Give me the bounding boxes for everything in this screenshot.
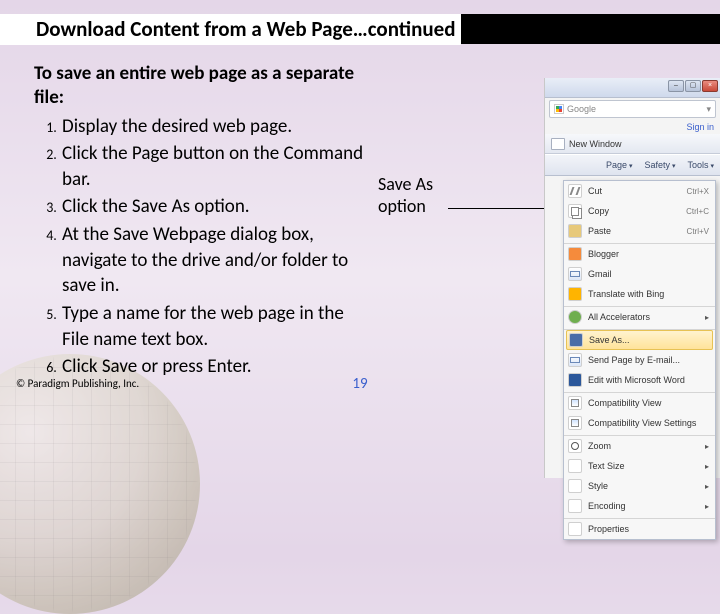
menu-item: Copy Ctrl+C — [564, 201, 715, 221]
page-button: Page — [606, 160, 633, 170]
submenu-arrow-icon — [701, 501, 709, 511]
menu-item-label: Blogger — [588, 249, 709, 259]
safety-button: Safety — [645, 160, 676, 170]
submenu-arrow-icon — [701, 461, 709, 471]
ie-new-window-row: New Window — [545, 134, 720, 154]
page-number: 19 — [352, 375, 367, 393]
menu-item: Style — [564, 476, 715, 496]
menu-item-label: Translate with Bing — [588, 289, 709, 299]
text-icon — [568, 522, 582, 536]
title-bar: Download Content from a Web Page…continu… — [0, 14, 720, 44]
menu-item: Compatibility View — [564, 393, 715, 413]
text-icon — [568, 459, 582, 473]
menu-item-label: Encoding — [588, 501, 695, 511]
menu-item-label: Properties — [588, 524, 709, 534]
menu-item: All Accelerators — [564, 307, 715, 327]
ie-screenshot: – ▢ × Google ▾ Sign in New Window Page S… — [544, 78, 720, 478]
compat-icon — [568, 396, 582, 410]
acc-icon — [568, 310, 582, 324]
callout-line2: option — [378, 196, 433, 218]
bing-icon — [568, 287, 582, 301]
new-window-label: New Window — [569, 139, 622, 149]
menu-item: Translate with Bing — [564, 284, 715, 304]
menu-item-label: Compatibility View Settings — [588, 418, 709, 428]
menu-shortcut: Ctrl+C — [686, 207, 709, 216]
menu-item: Edit with Microsoft Word — [564, 370, 715, 390]
menu-item: Paste Ctrl+V — [564, 221, 715, 241]
menu-item-label: Style — [588, 481, 695, 491]
orange-icon — [568, 247, 582, 261]
menu-item-label: Paste — [588, 226, 681, 236]
menu-item: Text Size — [564, 456, 715, 476]
menu-item: Properties — [564, 519, 715, 539]
zoom-icon — [568, 439, 582, 453]
mail-icon — [568, 267, 582, 281]
menu-item-label: All Accelerators — [588, 312, 695, 322]
enc-icon — [568, 499, 582, 513]
save-as-callout: Save As option — [378, 174, 433, 217]
step-item: Display the desired web page. — [60, 114, 374, 140]
menu-item-label: Save As... — [589, 335, 708, 345]
menu-item: Blogger — [564, 244, 715, 264]
submenu-arrow-icon — [701, 481, 709, 491]
paste-icon — [568, 224, 582, 238]
tools-button: Tools — [688, 160, 714, 170]
menu-item: Compatibility View Settings — [564, 413, 715, 433]
compat-icon — [568, 416, 582, 430]
ie-titlebar: – ▢ × — [545, 78, 720, 98]
ie-address-bar: Google ▾ — [549, 100, 716, 118]
mail-icon — [568, 353, 582, 367]
menu-shortcut: Ctrl+V — [687, 227, 709, 236]
callout-line1: Save As — [378, 174, 433, 196]
submenu-arrow-icon — [701, 441, 709, 451]
save-icon — [569, 333, 583, 347]
menu-item-label: Compatibility View — [588, 398, 709, 408]
step-item: Type a name for the web page in the File… — [60, 301, 374, 352]
steps-list: Display the desired web page. Click the … — [34, 114, 374, 380]
menu-shortcut: Ctrl+X — [687, 187, 709, 196]
word-icon — [568, 373, 582, 387]
menu-item: Gmail — [564, 264, 715, 284]
ie-command-bar: Page Safety Tools — [545, 154, 720, 176]
menu-item: Cut Ctrl+X — [564, 181, 715, 201]
menu-item-label: Zoom — [588, 441, 695, 451]
intro-text: To save an entire web page as a separate… — [34, 62, 374, 110]
submenu-arrow-icon — [701, 312, 709, 322]
style-icon — [568, 479, 582, 493]
maximize-icon: ▢ — [685, 80, 701, 92]
menu-item: Send Page by E-mail... — [564, 350, 715, 370]
menu-item-label: Send Page by E-mail... — [588, 355, 709, 365]
menu-item-label: Edit with Microsoft Word — [588, 375, 709, 385]
new-window-icon — [551, 138, 565, 150]
step-item: At the Save Webpage dialog box, navigate… — [60, 222, 374, 299]
close-icon: × — [702, 80, 718, 92]
menu-item-label: Gmail — [588, 269, 709, 279]
menu-item-label: Copy — [588, 206, 680, 216]
menu-item-save-as: Save As... — [566, 330, 713, 350]
page-title: Download Content from a Web Page…continu… — [0, 14, 461, 45]
menu-item: Zoom — [564, 436, 715, 456]
copy-icon — [568, 204, 582, 218]
minimize-icon: – — [668, 80, 684, 92]
step-item: Click the Page button on the Command bar… — [60, 141, 374, 192]
menu-item: Encoding — [564, 496, 715, 516]
google-favicon-icon — [554, 104, 564, 114]
address-text: Google — [567, 104, 596, 114]
ie-page-menu: Cut Ctrl+X Copy Ctrl+C Paste Ctrl+V Blogger Gma… — [563, 180, 716, 540]
cut-icon — [568, 184, 582, 198]
copyright-text: © Paradigm Publishing, Inc. — [16, 377, 139, 390]
callout-connector — [448, 208, 544, 209]
menu-item-label: Cut — [588, 186, 681, 196]
sign-in-link: Sign in — [545, 120, 720, 134]
step-item: Click the Save As option. — [60, 194, 374, 220]
menu-item-label: Text Size — [588, 461, 695, 471]
